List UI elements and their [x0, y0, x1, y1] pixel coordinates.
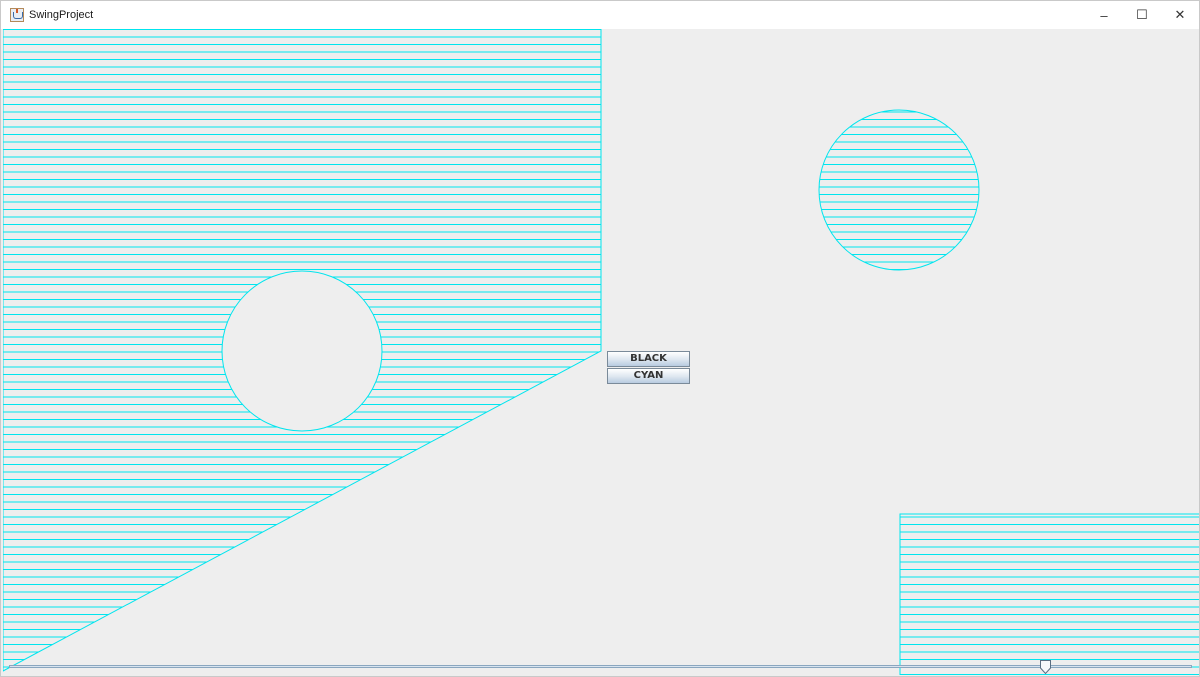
window-title: SwingProject [29, 9, 94, 21]
maximize-button[interactable]: ☐ [1123, 1, 1161, 29]
slider[interactable] [9, 658, 1192, 676]
minimize-button[interactable]: – [1085, 1, 1123, 29]
close-button[interactable]: ✕ [1161, 1, 1199, 29]
color-button-group: BLACK CYAN [607, 351, 691, 385]
window-controls: – ☐ ✕ [1085, 1, 1199, 29]
java-cup-icon [10, 8, 24, 22]
hatched-shapes [3, 29, 1199, 675]
drawing-canvas [3, 29, 1199, 675]
title-bar[interactable]: SwingProject – ☐ ✕ [1, 1, 1199, 29]
hatched-rectangle [899, 513, 1199, 675]
cyan-button[interactable]: CYAN [607, 368, 690, 384]
app-window: SwingProject – ☐ ✕ BLACK CYAN [0, 0, 1200, 677]
slider-track[interactable] [9, 665, 1192, 668]
hatched-circle [818, 109, 980, 271]
slider-thumb[interactable] [1040, 660, 1051, 674]
black-button[interactable]: BLACK [607, 351, 690, 367]
hatched-polygon [3, 29, 602, 672]
